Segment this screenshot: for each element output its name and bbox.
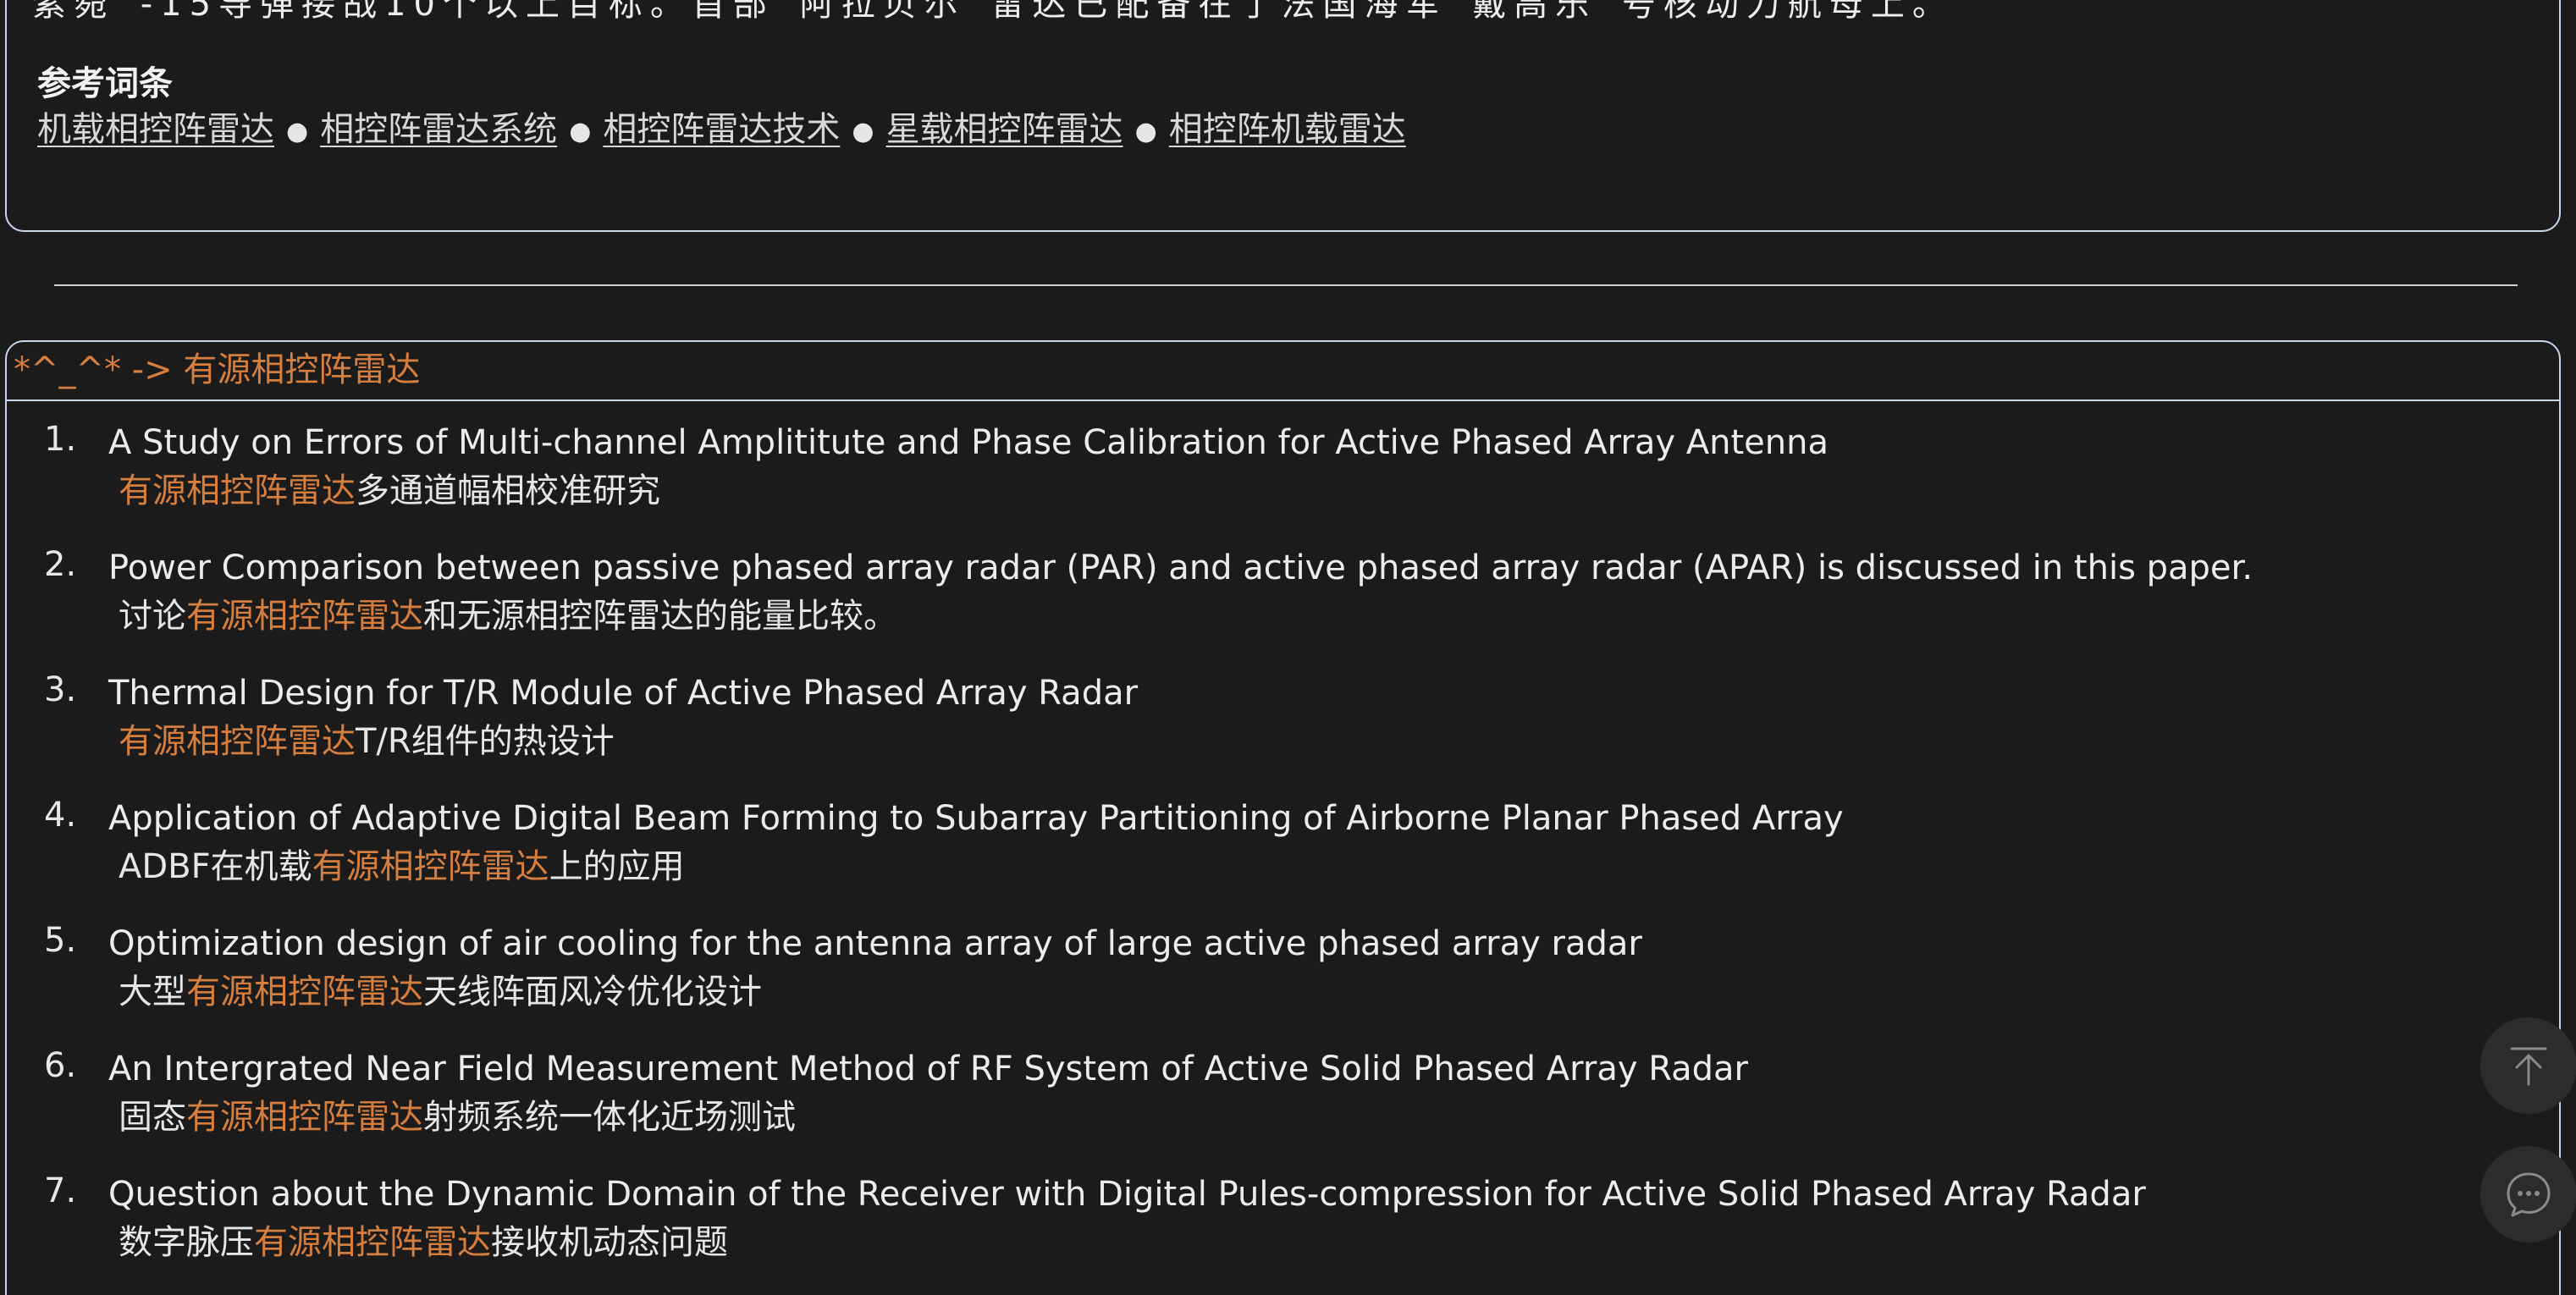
zh-highlight: 有源相控阵雷达 xyxy=(312,847,549,886)
back-to-top-button[interactable] xyxy=(2480,1017,2576,1114)
example-number: 3. xyxy=(44,670,77,709)
example-chinese: 有源相控阵雷达T/R组件的热设计 xyxy=(108,716,2559,767)
zh-suffix: 和无源相控阵雷达的能量比较。 xyxy=(423,597,897,636)
zh-prefix: ADBF在机载 xyxy=(119,847,312,886)
example-item: 2. Power Comparison between passive phas… xyxy=(7,526,2559,652)
definition-card: 紫菀”-15导弹接战10个以上目标。首部“阿拉贝尔”雷达已配备在了法国海军“戴高… xyxy=(5,0,2561,232)
chat-bubble-icon xyxy=(2507,1172,2551,1217)
zh-highlight: 有源相控阵雷达 xyxy=(119,471,356,510)
example-item: 6. An Intergrated Near Field Measurement… xyxy=(7,1028,2559,1153)
ref-link-5[interactable]: 相控阵机载雷达 xyxy=(1169,110,1406,149)
example-chinese: 数字脉压有源相控阵雷达接收机动态问题 xyxy=(108,1217,2559,1268)
example-english: Power Comparison between passive phased … xyxy=(108,548,2253,587)
example-item: 1. A Study on Errors of Multi-channel Am… xyxy=(7,401,2559,526)
separator-dot: ● xyxy=(286,116,309,146)
zh-prefix: 讨论 xyxy=(119,597,186,636)
example-chinese: 讨论有源相控阵雷达和无源相控阵雷达的能量比较。 xyxy=(108,591,2559,642)
zh-highlight: 有源相控阵雷达 xyxy=(186,1098,423,1137)
zh-suffix: T/R组件的热设计 xyxy=(356,722,615,761)
reference-title: 参考词条 xyxy=(37,64,173,103)
zh-suffix: 多通道幅相校准研究 xyxy=(356,471,660,510)
zh-prefix: 大型 xyxy=(119,973,186,1011)
example-english: Application of Adaptive Digital Beam For… xyxy=(108,799,1844,838)
zh-highlight: 有源相控阵雷达 xyxy=(186,973,423,1011)
example-number: 4. xyxy=(44,796,77,835)
separator-dot: ● xyxy=(852,116,874,146)
arrow-up-to-line-icon xyxy=(2510,1047,2547,1086)
example-english: Optimization design of air cooling for t… xyxy=(108,924,1642,963)
page: 紫菀”-15导弹接战10个以上目标。首部“阿拉贝尔”雷达已配备在了法国海军“戴高… xyxy=(0,0,2576,1295)
zh-suffix: 射频系统一体化近场测试 xyxy=(423,1098,796,1137)
example-item: 5. Optimization design of air cooling fo… xyxy=(7,902,2559,1028)
example-chinese: 大型有源相控阵雷达天线阵面风冷优化设计 xyxy=(108,967,2559,1017)
chat-button[interactable] xyxy=(2480,1146,2576,1243)
example-english: Question about the Dynamic Domain of the… xyxy=(108,1175,2146,1214)
reference-links: 机载相控阵雷达 ● 相控阵雷达系统 ● 相控阵雷达技术 ● 星载相控阵雷达 ● 相控阵机载雷达 xyxy=(37,102,1406,151)
section-divider xyxy=(54,284,2518,286)
example-number: 2. xyxy=(44,545,77,584)
example-list: 1. A Study on Errors of Multi-channel Am… xyxy=(7,401,2559,1278)
example-chinese: 固态有源相控阵雷达射频系统一体化近场测试 xyxy=(108,1092,2559,1143)
example-header: *^_^* -> 有源相控阵雷达 xyxy=(7,342,2559,401)
example-item: 4. Application of Adaptive Digital Beam … xyxy=(7,777,2559,902)
separator-dot: ● xyxy=(1134,116,1157,146)
zh-prefix: 固态 xyxy=(119,1098,186,1137)
example-chinese: 有源相控阵雷达多通道幅相校准研究 xyxy=(108,466,2559,516)
example-number: 7. xyxy=(44,1171,77,1210)
example-chinese: ADBF在机载有源相控阵雷达上的应用 xyxy=(108,841,2559,892)
zh-suffix: 上的应用 xyxy=(549,847,685,886)
zh-highlight: 有源相控阵雷达 xyxy=(186,597,423,636)
example-sentences-card: *^_^* -> 有源相控阵雷达 1. A Study on Errors of… xyxy=(5,340,2561,1295)
ref-link-4[interactable]: 星载相控阵雷达 xyxy=(886,110,1123,149)
example-number: 5. xyxy=(44,921,77,960)
zh-prefix: 数字脉压 xyxy=(119,1223,254,1262)
separator-dot: ● xyxy=(569,116,592,146)
ref-link-1[interactable]: 机载相控阵雷达 xyxy=(37,110,274,149)
example-item: 3. Thermal Design for T/R Module of Acti… xyxy=(7,652,2559,777)
ref-link-3[interactable]: 相控阵雷达技术 xyxy=(603,110,840,149)
zh-highlight: 有源相控阵雷达 xyxy=(119,722,356,761)
zh-suffix: 天线阵面风冷优化设计 xyxy=(423,973,762,1011)
example-number: 6. xyxy=(44,1046,77,1085)
example-english: An Intergrated Near Field Measurement Me… xyxy=(108,1050,1748,1088)
ref-link-2[interactable]: 相控阵雷达系统 xyxy=(320,110,557,149)
definition-text: 紫菀”-15导弹接战10个以上目标。首部“阿拉贝尔”雷达已配备在了法国海军“戴高… xyxy=(32,0,1954,24)
example-item: 7. Question about the Dynamic Domain of … xyxy=(7,1153,2559,1278)
example-number: 1. xyxy=(44,420,77,459)
example-english: Thermal Design for T/R Module of Active … xyxy=(108,674,1139,713)
example-english: A Study on Errors of Multi-channel Ampli… xyxy=(108,423,1829,462)
zh-suffix: 接收机动态问题 xyxy=(491,1223,728,1262)
zh-highlight: 有源相控阵雷达 xyxy=(254,1223,491,1262)
